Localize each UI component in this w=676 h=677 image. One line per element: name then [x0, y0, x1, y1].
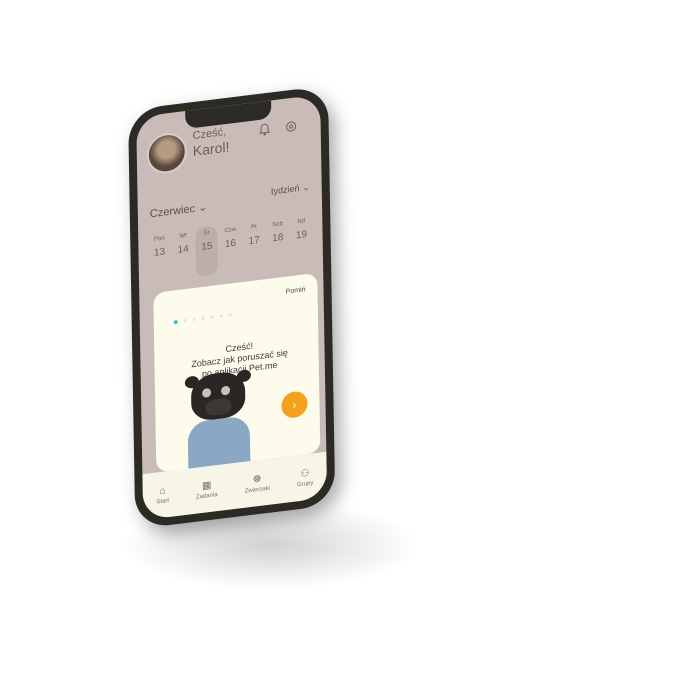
pug-body [187, 415, 251, 469]
gear-icon[interactable] [284, 119, 298, 135]
greeting: Cześć, Karol! [192, 126, 229, 159]
day-label: Czw [224, 226, 237, 235]
avatar[interactable] [146, 130, 188, 176]
phone-frame: Cześć, Karol! Czerwiec ⌄ tydzień ⌄ Pon1 [128, 85, 336, 530]
day-cell[interactable]: Czw 16 [219, 222, 242, 275]
tab-label: Zadania [195, 491, 218, 501]
calendar-icon: ▦ [201, 479, 212, 492]
app-header: Cześć, Karol! [146, 114, 311, 180]
tab-zwierzaki[interactable]: ☸ Zwierzaki [244, 472, 270, 494]
chevron-down-icon: ⌄ [302, 181, 310, 193]
tab-label: Grupy [296, 479, 314, 488]
day-label: Pon [153, 235, 165, 243]
tab-grupy[interactable]: ⚇ Grupy [296, 467, 314, 488]
day-date: 18 [272, 231, 284, 245]
range-label: tydzień [271, 182, 300, 197]
pagination-dot [219, 314, 223, 318]
pagination-dot [210, 315, 214, 319]
chevron-down-icon: ⌄ [198, 201, 208, 215]
skip-button[interactable]: Pomiń [286, 286, 306, 295]
pagination-dot [183, 318, 187, 323]
chevron-right-icon: › [292, 397, 297, 412]
day-date: 13 [153, 246, 166, 259]
day-cell[interactable]: Sob 18 [266, 216, 289, 269]
next-button[interactable]: › [281, 390, 308, 420]
day-cell[interactable]: Wt 14 [172, 228, 195, 281]
day-date: 17 [248, 234, 260, 248]
app-screen: Cześć, Karol! Czerwiec ⌄ tydzień ⌄ Pon1 [136, 94, 328, 521]
day-date: 15 [201, 240, 213, 254]
month-label: Czerwiec [149, 202, 196, 221]
phone-mockup: Cześć, Karol! Czerwiec ⌄ tydzień ⌄ Pon1 [0, 0, 676, 677]
pug-image [183, 365, 255, 469]
day-label: Śr [203, 230, 210, 237]
paw-icon: ☸ [252, 473, 262, 486]
home-icon: ⌂ [159, 484, 166, 497]
day-label: Nd [297, 218, 306, 226]
tab-label: Start [156, 497, 170, 506]
day-cell[interactable]: Pt 17 [243, 219, 266, 272]
onboarding-modal: Pomiń Cześć! Zobacz jak poruszać się po … [153, 272, 321, 473]
group-icon: ⚇ [300, 467, 310, 480]
user-name: Karol! [192, 138, 230, 160]
day-label: Wt [179, 232, 187, 240]
day-label: Pt [251, 224, 257, 231]
day-date: 14 [177, 243, 189, 256]
day-cell[interactable]: Nd 19 [290, 213, 313, 266]
day-label: Sob [272, 221, 283, 229]
day-cell[interactable]: Pon 13 [148, 231, 171, 284]
pagination-dot [192, 317, 196, 322]
pagination-dot [201, 316, 205, 320]
tab-zadania[interactable]: ▦ Zadania [195, 479, 218, 501]
tab-start[interactable]: ⌂ Start [156, 484, 170, 506]
range-selector[interactable]: tydzień ⌄ [271, 182, 310, 198]
day-date: 16 [224, 237, 237, 251]
week-strip: Pon 13 Wt 14 Śr 15 Czw 16 Pt 17 Sob 18 Nd 19 [148, 213, 313, 283]
day-cell-selected[interactable]: Śr 15 [195, 225, 219, 278]
pagination-dot-active [173, 319, 178, 325]
bell-icon[interactable] [259, 122, 273, 138]
tab-label: Zwierzaki [244, 485, 271, 495]
month-selector[interactable]: Czerwiec ⌄ [150, 200, 208, 220]
day-date: 19 [295, 229, 308, 242]
pagination-dot [228, 313, 232, 317]
pagination-dots [173, 313, 232, 325]
